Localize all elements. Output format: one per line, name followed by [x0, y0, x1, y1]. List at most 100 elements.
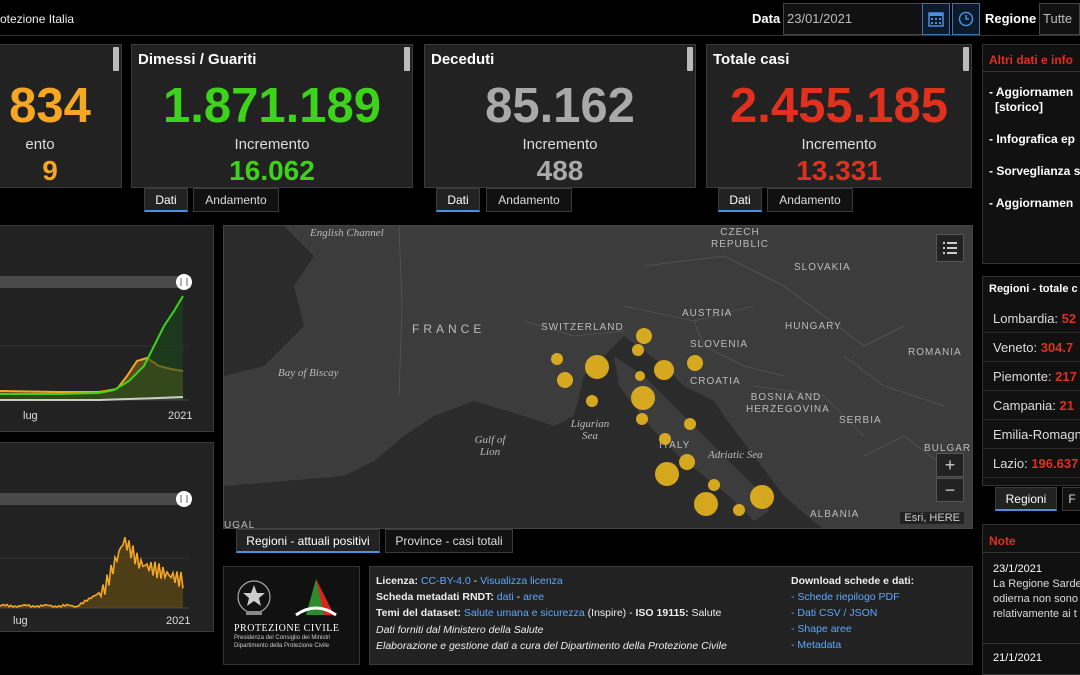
region-row[interactable]: Emilia-Romagn — [983, 421, 1080, 449]
chart-slider-track[interactable] — [0, 493, 191, 505]
region-row[interactable]: Piemonte: 217 — [983, 363, 1080, 391]
tab-province[interactable]: F — [1062, 487, 1080, 511]
map-bubble[interactable] — [585, 355, 609, 379]
chart-slider-handle[interactable] — [176, 274, 192, 290]
region-name: Emilia-Romagn — [993, 427, 1080, 442]
metadata-dati-link[interactable]: dati — [497, 591, 514, 603]
logo-emblems — [237, 579, 337, 617]
tab-andamento-guariti[interactable]: Andamento — [193, 188, 279, 212]
calendar-button[interactable] — [922, 3, 950, 35]
region-value: 196.637 — [1031, 456, 1079, 471]
map-bubble[interactable] — [684, 418, 696, 430]
protezione-civile-emblem-icon — [295, 579, 337, 617]
italian-republic-emblem-icon — [237, 580, 271, 615]
map-bubble[interactable] — [708, 479, 720, 491]
map-bubble[interactable] — [557, 372, 573, 388]
time-button[interactable] — [952, 3, 980, 35]
date-label: Data — [752, 11, 781, 26]
region-row[interactable]: Lazio: 196.637 — [983, 450, 1080, 478]
notes-panel: Note 23/1/2021 La Regione Sarde odierna … — [982, 524, 1080, 675]
card-guariti: Dimessi / Guariti 1.871.189 Incremento 1… — [131, 44, 413, 188]
card-inc-value: 13.331 — [796, 155, 882, 186]
license-cc-link[interactable]: CC-BY-4.0 — [421, 575, 471, 587]
tab-dati-totale[interactable]: Dati — [718, 188, 762, 212]
map-bubble[interactable] — [655, 462, 679, 486]
map-legend-button[interactable] — [936, 234, 964, 262]
download-csv-link[interactable]: - Dati CSV / JSON — [791, 607, 877, 619]
chart-slider-track[interactable] — [0, 276, 191, 288]
map-bubble[interactable] — [687, 355, 703, 371]
themes-link[interactable]: Salute umana e sicurezza — [464, 607, 585, 619]
metadata-aree-link[interactable]: aree — [523, 591, 544, 603]
download-shape-link[interactable]: - Shape aree — [791, 623, 852, 635]
tab-dati-guariti[interactable]: Dati — [144, 188, 188, 212]
region-label: Regione — [985, 11, 1037, 26]
tab-dati-deceduti[interactable]: Dati — [436, 188, 480, 212]
region-row[interactable]: Campania: 21 — [983, 392, 1080, 420]
download-title: Download schede e dati: — [791, 575, 915, 587]
region-select[interactable]: Tutte — [1039, 3, 1080, 35]
link-sorveglianza[interactable]: - Sorveglianza s — [989, 164, 1080, 178]
card-inc-label: ento — [25, 136, 55, 153]
map-bubble[interactable] — [636, 328, 652, 344]
map-bubble[interactable] — [694, 492, 718, 516]
map-bubble[interactable] — [586, 395, 598, 407]
region-row[interactable]: Veneto: 304.7 — [983, 334, 1080, 362]
map-bubble[interactable] — [551, 353, 563, 365]
map-bubble[interactable] — [636, 413, 648, 425]
region-name: Lombardia: — [993, 311, 1062, 326]
card-inc-value: 488 — [536, 155, 584, 186]
card-value: 834 — [9, 79, 91, 133]
license-view-link[interactable]: Visualizza licenza — [480, 575, 563, 587]
card-value: 1.871.189 — [163, 79, 381, 133]
tab-andamento-totale[interactable]: Andamento — [767, 188, 853, 212]
scrollbar[interactable] — [687, 47, 693, 71]
map-bubble[interactable] — [750, 485, 774, 509]
link-aggiornamento[interactable]: - Aggiornamen — [989, 85, 1073, 99]
license-panel: Licenza: CC-BY-4.0 - Visualizza licenza … — [369, 566, 973, 665]
chart-bottom-xlabel-2021: 2021 — [166, 615, 191, 627]
top-bar: otezione Italia Data 23/01/2021 Regione … — [0, 0, 1080, 36]
note-text: odierna non sono — [993, 593, 1079, 605]
map-bubble[interactable] — [733, 504, 745, 516]
map-bubble[interactable] — [654, 360, 674, 380]
zoom-in-button[interactable]: + — [936, 453, 964, 477]
region-name: Lazio: — [993, 456, 1032, 471]
chart-area-guariti — [0, 296, 183, 400]
scrollbar[interactable] — [113, 47, 119, 71]
tab-andamento-deceduti[interactable]: Andamento — [486, 188, 572, 212]
download-metadata-link[interactable]: - Metadata — [791, 639, 841, 651]
map-bubble[interactable] — [679, 454, 695, 470]
chart-top-xlabel-2021: 2021 — [168, 410, 193, 422]
link-storico[interactable]: [storico] — [995, 100, 1043, 114]
regions-list: Regioni - totale c Lombardia: 52 Veneto:… — [982, 276, 1080, 486]
note-text: La Regione Sarde — [993, 578, 1080, 590]
chart-slider-handle[interactable] — [176, 491, 192, 507]
map-bubble[interactable] — [631, 386, 655, 410]
card-value: 85.162 — [485, 79, 635, 133]
map-attribution[interactable]: Esri, HERE — [900, 512, 964, 524]
card-totale-casi: Totale casi 2.455.185 Incremento 13.331 — [706, 44, 972, 188]
map-bubble[interactable] — [632, 344, 644, 356]
date-input[interactable]: 23/01/2021 — [783, 3, 923, 35]
chart-top-svg — [0, 274, 192, 401]
scrollbar[interactable] — [404, 47, 410, 71]
link-aggiornamento-2[interactable]: - Aggiornamen — [989, 196, 1073, 210]
card-title: Dimessi / Guariti — [138, 51, 257, 68]
scrollbar[interactable] — [963, 47, 969, 71]
zoom-out-button[interactable]: − — [936, 478, 964, 502]
tab-regioni[interactable]: Regioni — [995, 487, 1057, 511]
map-bubble[interactable] — [659, 433, 671, 445]
list-icon — [943, 242, 957, 254]
tab-province-casi-totali[interactable]: Province - casi totali — [385, 529, 513, 553]
link-infografica[interactable]: - Infografica ep — [989, 132, 1075, 146]
chart-trend-bottom: lug 2021 — [0, 442, 214, 632]
note-date: 21/1/2021 — [993, 652, 1042, 664]
license-line: Licenza: CC-BY-4.0 - Visualizza licenza — [376, 575, 563, 587]
tab-regioni-attuali-positivi[interactable]: Regioni - attuali positivi — [236, 529, 380, 553]
note-date: 23/1/2021 — [993, 563, 1042, 575]
map-bubble[interactable] — [635, 371, 645, 381]
download-pdf-link[interactable]: - Schede riepilogo PDF — [791, 591, 900, 603]
region-row[interactable]: Lombardia: 52 — [983, 305, 1080, 333]
map-view[interactable]: English Channel CZECH REPUBLIC SLOVAKIA … — [223, 225, 973, 529]
